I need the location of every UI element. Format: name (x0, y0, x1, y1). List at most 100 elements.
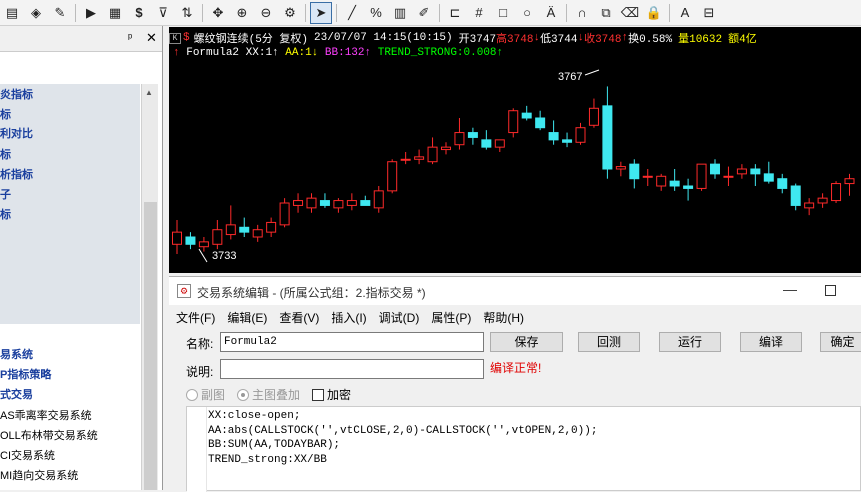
encrypt-checkbox[interactable]: 加密 (312, 386, 351, 403)
settings-icon[interactable]: ⚙ (279, 2, 301, 24)
hash-icon[interactable]: # (468, 2, 490, 24)
candle-body[interactable] (172, 231, 182, 245)
panel-scrollbar[interactable]: ▲ (141, 84, 158, 490)
candle-body[interactable] (790, 185, 801, 206)
candle-body[interactable] (602, 105, 613, 170)
candle-body[interactable] (494, 139, 505, 148)
lock-icon[interactable]: 🔒 (643, 2, 665, 24)
candle-body[interactable] (844, 178, 855, 185)
candle-body[interactable] (615, 166, 626, 170)
backtest-button[interactable]: 回测 (578, 332, 640, 352)
candle-body[interactable] (346, 200, 357, 206)
candle-body[interactable] (817, 197, 828, 204)
candle-body[interactable] (548, 132, 559, 141)
menu-icon[interactable]: ▤ (1, 2, 23, 24)
eraser-icon[interactable]: ⌫ (619, 2, 641, 24)
text-icon[interactable]: Ä (540, 2, 562, 24)
bracket-icon[interactable]: ⊏ (444, 2, 466, 24)
candle-body[interactable] (360, 200, 371, 206)
menu-item[interactable]: 文件(F) (176, 309, 215, 326)
menu-item[interactable]: 调试(D) (379, 309, 420, 326)
pin-icon[interactable]: ᵖ (128, 32, 132, 44)
tree-item[interactable]: CI交易系统 (0, 447, 55, 463)
candle-body[interactable] (750, 168, 761, 175)
candle-body[interactable] (387, 161, 398, 192)
candle-body[interactable] (763, 173, 774, 182)
compile-button[interactable]: 编译 (740, 332, 802, 352)
zoom-out-icon[interactable]: ⊖ (255, 2, 277, 24)
circle-icon[interactable]: ○ (516, 2, 538, 24)
candle-body[interactable] (696, 163, 707, 189)
candle-body[interactable] (212, 229, 223, 245)
save-icon[interactable]: ⊟ (698, 2, 720, 24)
tree-item[interactable]: 利对比 (0, 125, 33, 141)
candle-body[interactable] (225, 224, 236, 236)
edit-icon[interactable]: ✎ (49, 2, 71, 24)
candle-body[interactable] (373, 190, 384, 209)
name-field[interactable]: Formula2 (220, 332, 484, 352)
maximize-icon[interactable] (825, 285, 836, 296)
candle-body[interactable] (454, 132, 465, 146)
candle-body[interactable] (642, 175, 653, 178)
dialog-titlebar[interactable]: ⚙ 交易系统编辑 - (所属公式组：2.指标交易 *) — (169, 277, 861, 305)
tree-item[interactable]: 标 (0, 206, 11, 222)
play-icon[interactable]: ▶ (80, 2, 102, 24)
percent-icon[interactable]: % (365, 2, 387, 24)
candle-body[interactable] (481, 139, 492, 148)
candle-body[interactable] (669, 180, 680, 187)
candle-body[interactable] (656, 175, 667, 187)
menu-item[interactable]: 查看(V) (279, 309, 319, 326)
candle-body[interactable] (508, 110, 519, 134)
tree-item[interactable]: MI趋向交易系统 (0, 467, 78, 483)
scroll-up-icon[interactable]: ▲ (145, 88, 153, 97)
tree-item[interactable]: 易系统 (0, 346, 33, 362)
candle-body[interactable] (562, 139, 573, 143)
candle-body[interactable] (293, 200, 304, 206)
tree-item[interactable]: 标 (0, 146, 11, 162)
close-icon[interactable]: ✕ (146, 30, 157, 46)
menu-item[interactable]: 插入(I) (331, 309, 366, 326)
tree-item[interactable]: P指标策略 (0, 366, 51, 382)
main-overlay-radio[interactable]: 主图叠加 (237, 386, 300, 403)
candle-body[interactable] (306, 197, 317, 209)
candle-body[interactable] (427, 146, 438, 163)
candle-body[interactable] (535, 117, 546, 129)
candle-body[interactable] (683, 185, 694, 189)
magnet-icon[interactable]: ∩ (571, 2, 593, 24)
document-icon[interactable]: ▦ (104, 2, 126, 24)
filter-icon[interactable]: ⊽ (152, 2, 174, 24)
candle-body[interactable] (185, 236, 196, 245)
candle-body[interactable] (266, 221, 277, 233)
candle-body[interactable] (575, 127, 586, 143)
candle-body[interactable] (441, 146, 451, 151)
candle-body[interactable] (279, 202, 290, 226)
line-icon[interactable]: ╱ (341, 2, 363, 24)
tree-item[interactable]: OLL布林带交易系统 (0, 427, 98, 443)
tree-item[interactable]: 析指标 (0, 166, 33, 182)
grid-icon[interactable]: ▥ (389, 2, 411, 24)
tree-item[interactable]: 标 (0, 106, 11, 122)
subchart-radio[interactable]: 副图 (186, 386, 225, 403)
menu-item[interactable]: 帮助(H) (483, 309, 524, 326)
candle-body[interactable] (198, 241, 209, 248)
tree-item[interactable]: 炎指标 (0, 86, 33, 102)
rect-icon[interactable]: □ (492, 2, 514, 24)
pointer-icon[interactable]: ➤ (310, 1, 332, 24)
candle-body[interactable] (521, 112, 532, 119)
candlestick-plot[interactable]: 3767 3733 (169, 27, 861, 273)
copy-icon[interactable]: ⧉ (595, 2, 617, 24)
move-icon[interactable]: ✥ (207, 2, 229, 24)
dollar-icon[interactable]: $ (128, 2, 150, 24)
candle-body[interactable] (239, 226, 250, 233)
kline-chart[interactable]: K $ 螺纹钢连续(5分 复权) 23/07/07 14:15(10:15) 开… (169, 27, 861, 273)
tree-item[interactable]: 式交易 (0, 386, 33, 402)
menu-item[interactable]: 编辑(E) (227, 309, 267, 326)
font-color-icon[interactable]: A (674, 2, 696, 24)
code-editor[interactable]: XX:close-open; AA:abs(CALLSTOCK('',vtCLOS… (186, 406, 861, 492)
candle-body[interactable] (319, 200, 330, 206)
ok-button[interactable]: 确定 (820, 332, 861, 352)
candle-body[interactable] (777, 178, 788, 189)
candle-body[interactable] (736, 168, 747, 175)
candle-body[interactable] (414, 156, 425, 160)
candle-body[interactable] (252, 229, 263, 238)
